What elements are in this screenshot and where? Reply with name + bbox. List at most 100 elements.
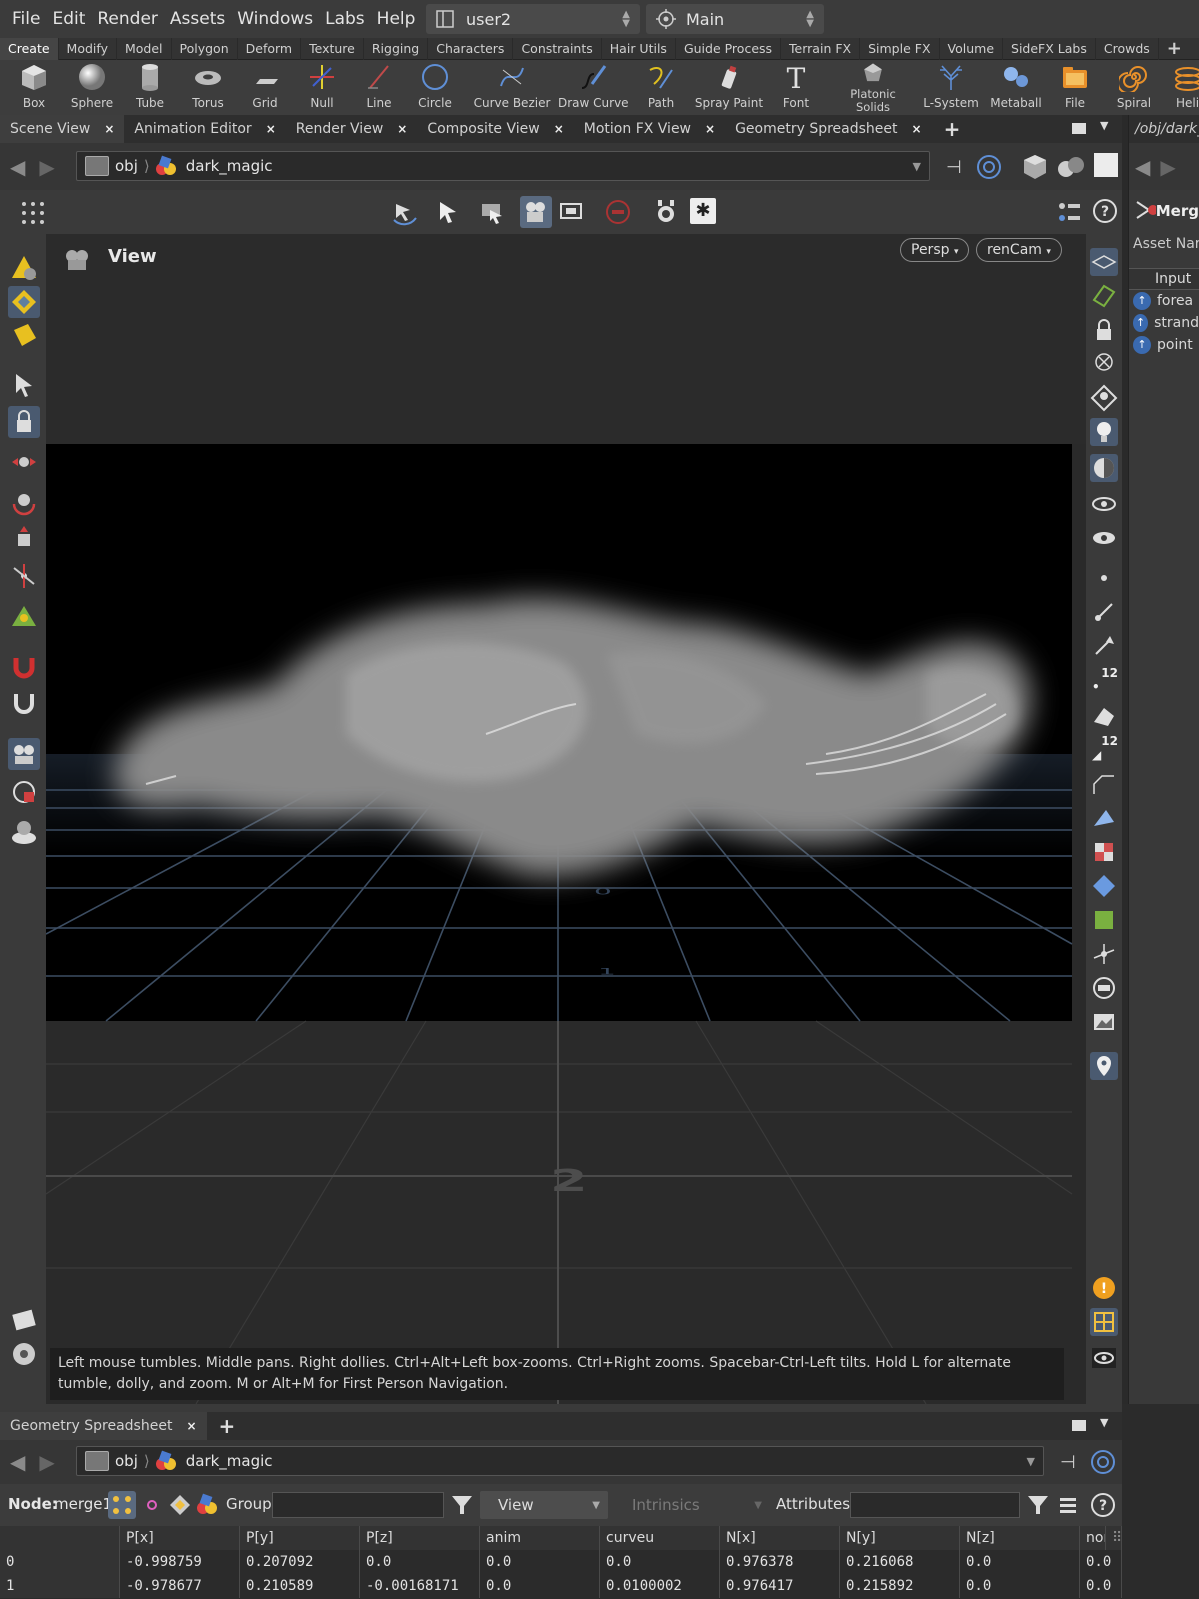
spreadsheet-path-field[interactable]: obj ⟩ dark_magic ▼ xyxy=(76,1446,1044,1476)
column-header[interactable]: anim xyxy=(480,1526,600,1550)
shelf-tab-polygon[interactable]: Polygon xyxy=(172,37,238,60)
lock-select-button[interactable] xyxy=(8,406,40,438)
add-pane-tab-icon[interactable]: + xyxy=(944,117,961,141)
render-region-icon[interactable] xyxy=(652,198,680,226)
rotate-tool-icon[interactable] xyxy=(8,484,40,516)
column-header[interactable]: nor xyxy=(1080,1526,1106,1550)
param-forward-arrow-icon[interactable]: ▶ xyxy=(1160,155,1175,179)
camera-tool-icon[interactable] xyxy=(8,776,40,808)
primitive-numbers-button[interactable]: 12 ◢ xyxy=(1090,734,1118,762)
tool-helix[interactable]: Heli xyxy=(1166,60,1199,115)
shelf-tab-constraints[interactable]: Constraints xyxy=(513,37,602,60)
handle-display-icon[interactable] xyxy=(1090,940,1118,968)
shadows-button[interactable] xyxy=(1090,454,1118,482)
texture-display-icon[interactable] xyxy=(1090,804,1118,832)
tab-motion-fx-view[interactable]: Motion FX View × xyxy=(574,115,725,143)
attributes-field[interactable] xyxy=(850,1492,1020,1518)
handle-tool-icon[interactable] xyxy=(8,560,40,592)
display-box-icon[interactable] xyxy=(1022,153,1048,181)
tool-draw-curve[interactable]: Draw Curve xyxy=(558,60,629,115)
back-arrow-icon[interactable]: ◀ xyxy=(10,1450,25,1474)
show-grid-button[interactable] xyxy=(1090,248,1118,276)
points-mode-button[interactable] xyxy=(108,1491,136,1519)
close-icon[interactable]: × xyxy=(397,115,407,143)
tool-metaball[interactable]: Metaball xyxy=(986,60,1046,115)
primitives-mode-icon[interactable] xyxy=(168,1493,192,1517)
forward-arrow-icon[interactable]: ▶ xyxy=(39,1450,54,1474)
tab-geometry-spreadsheet-bottom[interactable]: Geometry Spreadsheet × xyxy=(0,1412,207,1440)
primitive-select-icon[interactable] xyxy=(8,252,40,284)
shelf-tab-model[interactable]: Model xyxy=(117,37,172,60)
attribute-filter-icon[interactable] xyxy=(1026,1493,1050,1517)
menu-render[interactable]: Render xyxy=(97,9,158,29)
tool-font[interactable]: T Font xyxy=(770,60,822,115)
light-off-icon[interactable] xyxy=(1090,350,1118,378)
background-toggle-icon[interactable] xyxy=(1094,153,1118,177)
wire-ghost-icon[interactable] xyxy=(1090,906,1118,934)
pane-splitter[interactable] xyxy=(1122,115,1128,1405)
tool-file[interactable]: File xyxy=(1052,60,1098,115)
view-tool-button[interactable] xyxy=(8,738,40,770)
context-selector[interactable]: Main ▲ ▼ xyxy=(646,4,824,34)
select-tumble-icon[interactable] xyxy=(390,198,418,226)
projection-menu[interactable]: Persp ▾ xyxy=(900,238,970,262)
column-header[interactable]: P[x] xyxy=(120,1526,240,1550)
viewport-layout-button[interactable] xyxy=(1090,1308,1118,1336)
headlight-icon[interactable] xyxy=(1090,384,1118,412)
notes-icon[interactable] xyxy=(8,1304,40,1336)
point-numbers-button[interactable]: 12 • xyxy=(1090,666,1118,694)
shelf-tab-simple-fx[interactable]: Simple FX xyxy=(860,37,940,60)
camera-menu[interactable]: renCam ▾ xyxy=(976,238,1062,262)
select-tool-icon[interactable] xyxy=(8,370,40,402)
snapshot-icon[interactable] xyxy=(558,200,584,224)
face-select-icon[interactable] xyxy=(8,320,40,352)
close-icon[interactable]: × xyxy=(554,115,564,143)
tab-scene-view[interactable]: Scene View × xyxy=(0,115,125,143)
close-icon[interactable]: × xyxy=(912,115,922,143)
column-header[interactable]: N[y] xyxy=(840,1526,960,1550)
path-dropdown-icon[interactable]: ▼ xyxy=(1027,1455,1035,1468)
help-icon[interactable]: ? xyxy=(1092,198,1118,224)
camera-view-button[interactable] xyxy=(520,196,552,228)
pane-menu-icon[interactable]: ▼ xyxy=(1100,1416,1108,1429)
menu-assets[interactable]: Assets xyxy=(170,9,225,29)
object-select-icon[interactable] xyxy=(478,198,506,226)
safe-area-icon[interactable] xyxy=(1090,974,1118,1002)
ghost-eye-icon[interactable] xyxy=(1090,524,1118,552)
desktop-selector[interactable]: user2 ▲ ▼ xyxy=(426,4,640,34)
menu-file[interactable]: File xyxy=(12,9,40,29)
menu-edit[interactable]: Edit xyxy=(52,9,85,29)
column-header[interactable]: P[z] xyxy=(360,1526,480,1550)
pin-icon[interactable]: ⊣ xyxy=(946,157,962,178)
lock-camera-icon[interactable] xyxy=(1090,316,1118,344)
column-header[interactable]: curveu xyxy=(600,1526,720,1550)
shelf-tab-create[interactable]: Create xyxy=(0,37,59,60)
close-icon[interactable]: × xyxy=(266,115,276,143)
pose-tool-icon[interactable] xyxy=(8,600,40,632)
tool-circle[interactable]: Circle xyxy=(410,60,460,115)
lighting-button[interactable] xyxy=(1090,418,1118,446)
shelf-tab-crowds[interactable]: Crowds xyxy=(1096,37,1159,60)
shelf-tab-terrain-fx[interactable]: Terrain FX xyxy=(781,37,861,60)
shelf-tab-deform[interactable]: Deform xyxy=(238,37,302,60)
close-icon[interactable]: × xyxy=(705,115,715,143)
filter-icon[interactable] xyxy=(450,1493,474,1517)
uv-display-icon[interactable] xyxy=(1090,770,1118,798)
maximize-pane-icon[interactable] xyxy=(1072,1420,1086,1431)
select-arrow-icon[interactable] xyxy=(434,198,462,226)
shading-icon[interactable] xyxy=(1056,153,1086,181)
list-options-icon[interactable] xyxy=(1056,1493,1080,1517)
tool-torus[interactable]: Torus xyxy=(182,60,234,115)
shelf-tab-modify[interactable]: Modify xyxy=(59,37,117,60)
point-display-icon[interactable] xyxy=(1090,564,1118,592)
tool-spiral[interactable]: Spiral xyxy=(1106,60,1162,115)
link-target-icon[interactable] xyxy=(976,154,1002,180)
help-icon[interactable]: ? xyxy=(1090,1492,1116,1518)
guide-geometry-icon[interactable] xyxy=(1090,872,1118,900)
construction-plane-icon[interactable] xyxy=(1090,282,1118,310)
link-target-icon[interactable] xyxy=(1090,1449,1116,1475)
primitive-display-icon[interactable] xyxy=(1090,702,1118,730)
move-tool-icon[interactable] xyxy=(8,446,40,478)
magnet-red-icon[interactable] xyxy=(8,652,40,684)
tool-platonic-solids[interactable]: Platonic Solids xyxy=(830,60,916,115)
